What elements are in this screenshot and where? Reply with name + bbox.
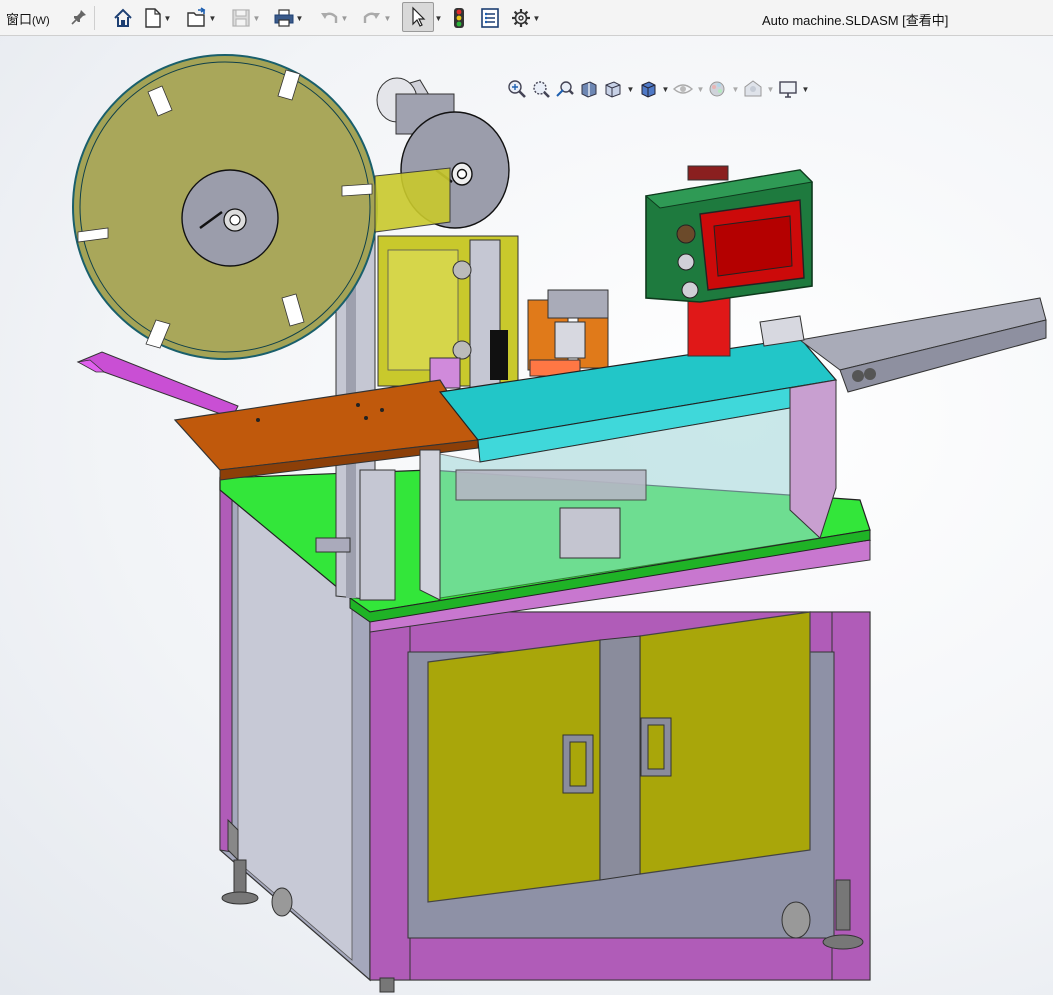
chevron-down-icon[interactable]: ▼ <box>626 78 635 100</box>
chevron-down-icon[interactable]: ▼ <box>295 7 304 29</box>
undo-icon <box>318 7 340 29</box>
chevron-down-icon[interactable]: ▼ <box>661 78 670 100</box>
chevron-down-icon[interactable]: ▼ <box>340 7 349 29</box>
new-document-button[interactable]: ▼ <box>143 7 172 29</box>
file-properties-button[interactable] <box>480 7 500 29</box>
redo-button[interactable]: ▼ <box>361 7 392 29</box>
chevron-down-icon[interactable]: ▼ <box>731 78 740 100</box>
tape-reel <box>72 54 378 360</box>
traffic-light-icon <box>452 7 466 29</box>
apply-scene-icon[interactable] <box>742 78 764 100</box>
print-button[interactable]: ▼ <box>273 7 304 29</box>
chevron-down-icon[interactable]: ▼ <box>163 7 172 29</box>
section-view-icon[interactable] <box>578 78 600 100</box>
chevron-down-icon[interactable]: ▼ <box>766 78 775 100</box>
new-document-icon <box>143 7 163 29</box>
save-icon <box>230 7 252 29</box>
chevron-down-icon[interactable]: ▼ <box>434 7 443 29</box>
chevron-down-icon[interactable]: ▼ <box>252 7 261 29</box>
toolbar-separator <box>94 6 95 30</box>
home-button[interactable] <box>112 7 134 29</box>
tape-guide-arm <box>76 351 239 419</box>
chevron-down-icon[interactable]: ▼ <box>383 7 392 29</box>
assembly-model[interactable] <box>0 36 1053 995</box>
heads-up-view-toolbar: ▼ ▼ ▼ ▼ ▼ ▼ <box>506 78 810 100</box>
view-settings-icon[interactable] <box>777 78 799 100</box>
window-menu-label: 窗口 <box>6 12 33 27</box>
file-properties-icon <box>480 7 500 29</box>
cutter-unit <box>527 289 609 377</box>
document-title: Auto machine.SLDASM [查看中] <box>762 13 949 28</box>
zoom-to-area-icon[interactable] <box>530 78 552 100</box>
hide-show-items-icon[interactable] <box>672 78 694 100</box>
save-button[interactable]: ▼ <box>230 7 261 29</box>
select-pointer-icon <box>402 1 434 32</box>
graphics-area[interactable]: ▼ ▼ ▼ ▼ ▼ ▼ <box>0 36 1053 995</box>
options-gear-icon <box>510 7 532 29</box>
options-button[interactable]: ▼ <box>510 7 541 29</box>
chevron-down-icon[interactable]: ▼ <box>801 78 810 100</box>
edit-appearance-icon[interactable] <box>707 78 729 100</box>
open-file-icon <box>186 7 208 29</box>
chevron-down-icon[interactable]: ▼ <box>208 7 217 29</box>
chevron-down-icon[interactable]: ▼ <box>696 78 705 100</box>
undo-button[interactable]: ▼ <box>318 7 349 29</box>
print-icon <box>273 7 295 29</box>
chevron-down-icon[interactable]: ▼ <box>532 7 541 29</box>
view-orientation-icon[interactable] <box>602 78 624 100</box>
rebuild-status-button[interactable] <box>452 7 466 29</box>
previous-view-icon[interactable] <box>554 78 576 100</box>
window-menu[interactable]: 窗口(W) <box>6 9 50 28</box>
zoom-to-fit-icon[interactable] <box>506 78 528 100</box>
open-file-button[interactable]: ▼ <box>186 7 217 29</box>
main-toolbar: 窗口(W) ▼ ▼ ▼ ▼ ▼ ▼ ▼ ▼ Auto machine.SLDAS… <box>0 0 1053 36</box>
window-menu-shortcut: (W) <box>32 15 50 27</box>
emergency-stop-button <box>676 224 696 244</box>
home-icon <box>112 7 134 29</box>
stop-button <box>681 281 699 299</box>
pin-icon[interactable] <box>70 8 88 26</box>
start-button <box>677 253 695 271</box>
redo-icon <box>361 7 383 29</box>
display-style-icon[interactable] <box>637 78 659 100</box>
select-button[interactable]: ▼ <box>402 1 443 32</box>
control-box-mast <box>687 295 731 357</box>
